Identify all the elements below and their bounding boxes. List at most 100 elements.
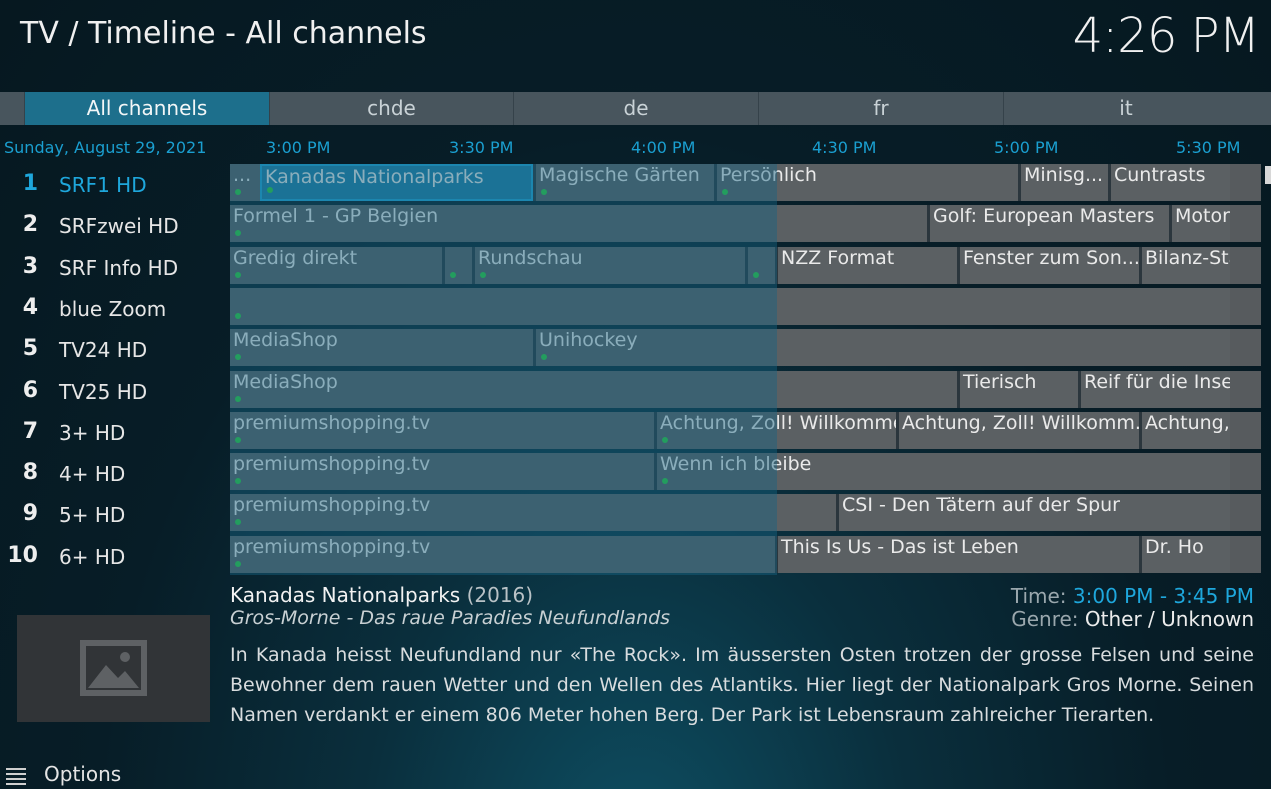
record-indicator-dot [753, 272, 759, 278]
time-tick: 4:30 PM [812, 138, 877, 157]
programme-cell[interactable]: Gredig direkt [230, 247, 442, 284]
channel-number: 7 [22, 419, 38, 444]
programme-cell[interactable]: Minisg... [1018, 164, 1108, 201]
channel-row[interactable]: 9 5+ HD [0, 494, 228, 534]
channel-number: 10 [7, 543, 38, 568]
programme-cell-title: MediaShop [233, 329, 338, 351]
programme-year: (2016) [466, 583, 534, 607]
channel-number: 6 [22, 378, 38, 403]
programme-cell-title: Achtung, [1145, 412, 1230, 434]
channel-number: 3 [22, 254, 38, 279]
channel-number: 2 [22, 212, 38, 237]
tab-all-channels[interactable]: All channels [24, 92, 269, 125]
programme-cell[interactable] [230, 288, 1230, 325]
channel-row[interactable]: 4 blue Zoom [0, 288, 228, 328]
channel-row[interactable]: 5 TV24 HD [0, 329, 228, 369]
channel-name: 5+ HD [59, 503, 126, 527]
programme-cell-title: Tierisch [963, 371, 1037, 393]
programme-cell[interactable]: premiumshopping.tv [230, 494, 836, 531]
time-value: 3:00 PM - 3:45 PM [1072, 584, 1254, 608]
programme-cell-title: Minisg... [1024, 164, 1104, 186]
programme-cell[interactable]: Magische Gärten [533, 164, 714, 201]
epg-grid: ... Kanadas Nationalparks Magische Gärten P… [230, 164, 1261, 575]
channel-row[interactable]: 1 SRF1 HD [0, 164, 228, 204]
programme-cell[interactable]: premiumshopping.tv [230, 412, 654, 449]
programme-thumbnail [17, 615, 210, 722]
programme-cell[interactable]: Reif für die Insel [1078, 371, 1230, 408]
channel-name: SRFzwei HD [59, 214, 179, 238]
programme-cell[interactable]: Golf: European Masters [927, 205, 1169, 242]
programme-cell-title: This Is Us - Das ist Leben [781, 536, 1019, 558]
menu-icon [6, 768, 26, 785]
record-indicator-dot [267, 187, 273, 193]
grid-scrollbar[interactable] [1265, 166, 1271, 184]
record-indicator-dot [235, 396, 241, 402]
programme-cell-title: CSI - Den Tätern auf der Spur [842, 494, 1120, 516]
programme-cell[interactable]: Persönlich [714, 164, 1018, 201]
programme-cell[interactable]: MediaShop [230, 329, 533, 366]
programme-cell-title: premiumshopping.tv [233, 453, 431, 475]
programme-cell[interactable]: Kanadas Nationalparks [260, 164, 533, 201]
programme-cell[interactable]: Tierisch [957, 371, 1078, 408]
time-tick: 5:00 PM [994, 138, 1059, 157]
record-indicator-dot [722, 189, 728, 195]
programme-title-line: Kanadas Nationalparks (2016) [230, 583, 533, 607]
programme-cell-title: NZZ Format [781, 247, 895, 269]
programme-cell[interactable] [745, 247, 775, 284]
programme-cell-title: ... [233, 164, 252, 186]
programme-cell-title: MediaShop [233, 371, 338, 393]
programme-cell[interactable]: MediaShop [230, 371, 957, 408]
programme-cell[interactable]: Rundschau [472, 247, 745, 284]
programme-cell[interactable]: This Is Us - Das ist Leben [775, 536, 1139, 573]
programme-cell-title: Kanadas Nationalparks [265, 166, 484, 188]
channel-name: SRF Info HD [59, 256, 179, 280]
channel-name: SRF1 HD [59, 173, 147, 197]
programme-time: Time: 3:00 PM - 3:45 PM [1011, 584, 1254, 608]
tab-fr[interactable]: fr [758, 92, 1003, 125]
channel-name: 4+ HD [59, 462, 126, 486]
programme-cell[interactable]: Formel 1 - GP Belgien [230, 205, 927, 242]
channel-row[interactable]: 3 SRF Info HD [0, 247, 228, 287]
programme-cell[interactable]: Achtung, [1139, 412, 1230, 449]
programme-cell[interactable]: Bilanz-Sta [1139, 247, 1230, 284]
programme-cell[interactable]: Dr. Ho [1139, 536, 1230, 573]
programme-cell-title: premiumshopping.tv [233, 494, 431, 516]
programme-cell[interactable]: Fenster zum Son... [957, 247, 1139, 284]
record-indicator-dot [235, 189, 241, 195]
tab-chde[interactable]: chde [269, 92, 513, 125]
programme-genre: Genre: Other / Unknown [1011, 607, 1254, 631]
programme-cell-title: premiumshopping.tv [233, 536, 431, 558]
tab-de[interactable]: de [513, 92, 758, 125]
record-indicator-dot [450, 272, 456, 278]
programme-cell[interactable]: premiumshopping.tv [230, 536, 775, 573]
channel-number: 8 [22, 460, 38, 485]
programme-cell[interactable]: NZZ Format [775, 247, 957, 284]
time-tick: 3:00 PM [266, 138, 331, 157]
window-title: TV / Timeline - All channels [20, 16, 427, 51]
programme-cell[interactable]: Achtung, Zoll! Willkommen ... [654, 412, 896, 449]
channel-row[interactable]: 7 3+ HD [0, 412, 228, 452]
time-label: Time: [1010, 584, 1067, 608]
tab-it[interactable]: it [1003, 92, 1248, 125]
programme-cell[interactable]: CSI - Den Tätern auf der Spur [836, 494, 1230, 531]
programme-cell[interactable] [442, 247, 472, 284]
programme-cell[interactable]: ... [230, 164, 260, 201]
episode-title: Gros-Morne - Das raue Paradies Neufundla… [230, 607, 671, 629]
programme-cell[interactable]: Achtung, Zoll! Willkomm... [896, 412, 1139, 449]
record-indicator-dot [662, 478, 668, 484]
programme-cell[interactable]: Cuntrasts [1108, 164, 1230, 201]
channel-row[interactable]: 6 TV25 HD [0, 371, 228, 411]
time-tick: 5:30 PM [1176, 138, 1241, 157]
programme-cell-title: Motorrad [1175, 205, 1230, 227]
programme-cell[interactable]: Unihockey [533, 329, 1230, 366]
channel-name: 3+ HD [59, 421, 126, 445]
programme-cell[interactable]: premiumshopping.tv [230, 453, 654, 490]
programme-cell[interactable]: Wenn ich bleibe [654, 453, 1230, 490]
programme-cell-title: Unihockey [539, 329, 638, 351]
channel-row[interactable]: 8 4+ HD [0, 453, 228, 493]
channel-row[interactable]: 2 SRFzwei HD [0, 205, 228, 245]
channel-name: TV25 HD [59, 380, 148, 404]
programme-cell-title: Magische Gärten [539, 164, 700, 186]
channel-row[interactable]: 10 6+ HD [0, 536, 228, 576]
programme-cell[interactable]: Motorrad [1169, 205, 1230, 242]
